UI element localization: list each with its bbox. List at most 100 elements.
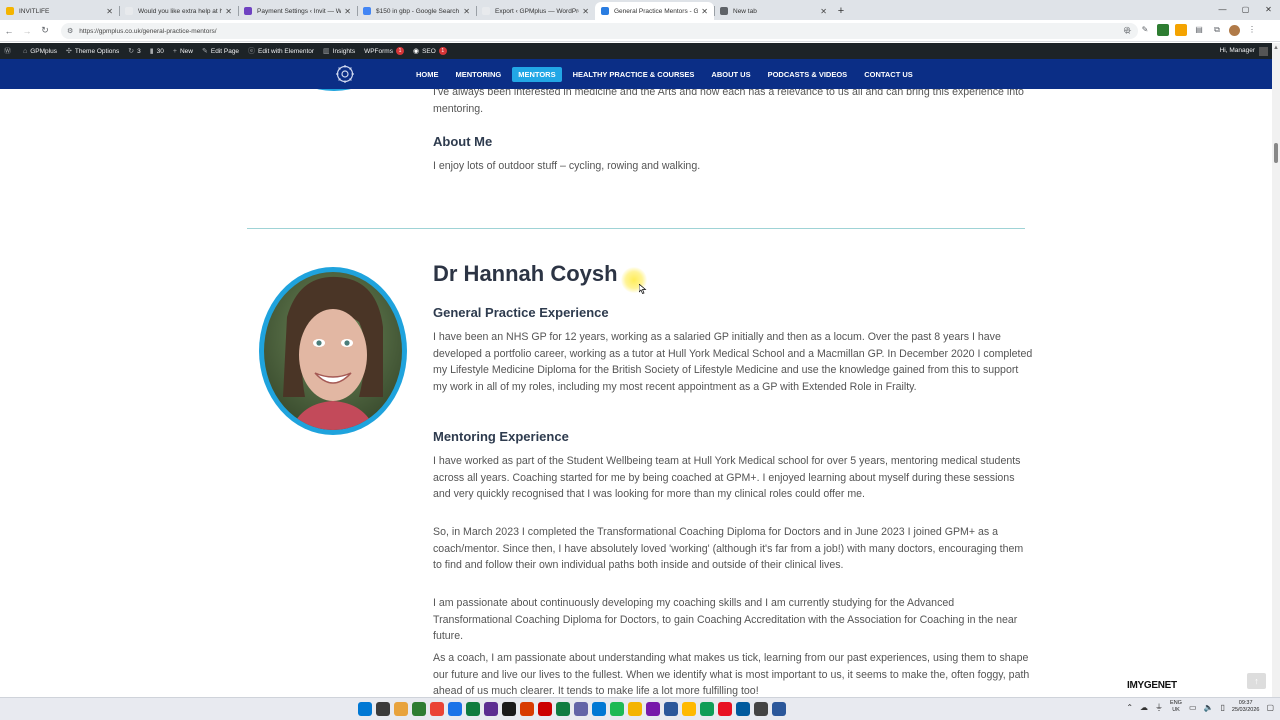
app-icon[interactable] — [646, 702, 660, 716]
wp-insights[interactable]: ▥ Insights — [323, 47, 356, 56]
wp-new[interactable]: + New — [173, 48, 193, 55]
browser-tab[interactable]: $150 in gbp - Google Search ✕ — [357, 2, 476, 20]
tab-favicon-icon — [125, 7, 133, 15]
wpforms-label: WPForms — [364, 47, 393, 55]
browser-tab[interactable]: Payment Settings ‹ Invit — Wo ✕ — [238, 2, 357, 20]
wp-theme-options[interactable]: ✣ Theme Options — [66, 47, 119, 56]
tab-close-icon[interactable]: ✕ — [463, 7, 470, 16]
minimize-button[interactable]: — — [1211, 0, 1234, 20]
file-explorer-icon[interactable] — [394, 702, 408, 716]
app-icon[interactable] — [682, 702, 696, 716]
screenshot-icon[interactable]: ◎ — [1121, 24, 1133, 36]
insights-label: Insights — [332, 47, 356, 55]
user-avatar — [1259, 46, 1268, 56]
pen-icon[interactable]: ✎ — [1139, 24, 1151, 36]
close-window-button[interactable]: ✕ — [1257, 0, 1280, 20]
site-info-icon[interactable]: ⚙ — [67, 27, 73, 35]
terminal-icon[interactable] — [502, 702, 516, 716]
tab-close-icon[interactable]: ✕ — [820, 7, 827, 16]
tab-favicon-icon — [720, 7, 728, 15]
browser-tab[interactable]: Export ‹ GPMplus — WordPress ✕ — [476, 2, 595, 20]
usb-icon[interactable]: ⏚ — [1155, 702, 1163, 713]
menu-kebab-icon[interactable]: ⋮ — [1246, 24, 1258, 36]
browser-tab[interactable]: General Practice Mentors - GP ✕ — [595, 2, 714, 20]
app-icon[interactable] — [700, 702, 714, 716]
nav-item-home[interactable]: HOME — [410, 67, 445, 82]
network-icon[interactable]: ▭ — [1189, 703, 1197, 712]
tab-close-icon[interactable]: ✕ — [225, 7, 232, 16]
notepad-icon[interactable] — [412, 702, 426, 716]
wp-comments[interactable]: ▮ 30 — [150, 47, 164, 56]
app-icon[interactable] — [628, 702, 642, 716]
nav-item-about-us[interactable]: ABOUT US — [705, 67, 756, 82]
cloud-icon[interactable]: ☁ — [1140, 703, 1148, 712]
url-input[interactable]: ⚙ https://gpmplus.co.uk/general-practice… — [61, 23, 1138, 39]
wp-logo-item[interactable]: Ⓦ — [4, 46, 14, 56]
page-content: I've always been interested in medicine … — [0, 89, 1272, 697]
tab-search-icon[interactable]: ▤ — [1193, 24, 1205, 36]
app-icon[interactable] — [772, 702, 786, 716]
nav-item-healthy-practice-courses[interactable]: HEALTHY PRACTICE & COURSES — [567, 67, 701, 82]
reload-icon[interactable]: ↻ — [36, 25, 54, 36]
spotify-icon[interactable] — [610, 702, 624, 716]
nav-item-podcasts-videos[interactable]: PODCASTS & VIDEOS — [762, 67, 854, 82]
edge-icon[interactable] — [466, 702, 480, 716]
nav-item-contact-us[interactable]: CONTACT US — [858, 67, 919, 82]
nav-item-mentoring[interactable]: MENTORING — [450, 67, 508, 82]
site-logo-icon[interactable] — [335, 64, 355, 84]
app-icon[interactable] — [592, 702, 606, 716]
tab-close-icon[interactable]: ✕ — [582, 7, 589, 16]
scrollbar-thumb[interactable] — [1274, 143, 1278, 163]
extension-orange-icon[interactable] — [1175, 24, 1187, 36]
back-icon[interactable]: ← — [0, 26, 18, 36]
volume-icon[interactable]: 🔈 — [1204, 703, 1214, 712]
new-tab-button[interactable]: + — [833, 2, 849, 20]
maximize-button[interactable]: ▢ — [1234, 0, 1257, 20]
language-indicator[interactable]: ENG UK — [1170, 700, 1182, 714]
excel-icon[interactable] — [556, 702, 570, 716]
app-icon[interactable] — [520, 702, 534, 716]
tab-title: New tab — [733, 7, 757, 15]
extension-green-icon[interactable] — [1157, 24, 1169, 36]
seo-icon: ◉ — [412, 48, 420, 55]
windows-start-icon[interactable] — [358, 702, 372, 716]
wp-updates[interactable]: ↻ 3 — [128, 47, 141, 56]
app-icon[interactable] — [736, 702, 750, 716]
wp-edit-page[interactable]: ✎ Edit Page — [202, 47, 239, 56]
explorer-icon[interactable] — [448, 702, 462, 716]
profile-avatar[interactable] — [1229, 24, 1240, 36]
search-icon[interactable] — [376, 702, 390, 716]
chrome-icon[interactable] — [430, 702, 444, 716]
wp-account-menu[interactable]: Hi, Manager — [1220, 43, 1268, 59]
browser-tab[interactable]: New tab ✕ — [714, 2, 833, 20]
notification-icon[interactable]: ▢ — [1266, 703, 1274, 712]
wp-seo[interactable]: ◉ SEO 1 — [413, 47, 447, 55]
app-icon[interactable] — [754, 702, 768, 716]
tray-chevron-icon[interactable]: ⌃ — [1126, 703, 1133, 712]
word-icon[interactable] — [664, 702, 678, 716]
wp-admin-bar: Ⓦ ⌂ GPMplus ✣ Theme Options ↻ 3 ▮ 30 + New ✎ E… — [0, 43, 1280, 59]
page-scrollbar[interactable]: ▲ — [1272, 43, 1280, 697]
store-icon[interactable] — [484, 702, 498, 716]
scroll-up-icon[interactable]: ▲ — [1273, 45, 1279, 51]
nav-item-mentors[interactable]: MENTORS — [512, 67, 562, 82]
wordpress-icon: Ⓦ — [4, 48, 11, 55]
forward-icon[interactable]: → — [18, 26, 36, 36]
clock[interactable]: 09:37 25/03/2026 — [1232, 700, 1260, 714]
tab-close-icon[interactable]: ✕ — [344, 7, 351, 16]
tab-close-icon[interactable]: ✕ — [701, 7, 708, 16]
tab-close-icon[interactable]: ✕ — [106, 7, 113, 16]
app-icon[interactable] — [538, 702, 552, 716]
taskbar-apps — [358, 702, 786, 716]
browser-tab[interactable]: INVITLIFE ✕ — [0, 2, 119, 20]
wp-site-item[interactable]: ⌂ GPMplus — [23, 48, 57, 55]
back-to-top-button[interactable]: ↑ — [1247, 673, 1266, 689]
battery-icon[interactable]: ▯ — [1221, 703, 1225, 712]
wp-wpforms[interactable]: WPForms 1 — [364, 47, 404, 55]
extensions-puzzle-icon[interactable]: ⧉ — [1211, 24, 1223, 36]
wp-edit-elementor[interactable]: ⓔ Edit with Elementor — [248, 46, 314, 56]
browser-tab[interactable]: Would you like extra help at h ✕ — [119, 2, 238, 20]
clock-time: 09:37 — [1238, 700, 1253, 706]
teams-icon[interactable] — [574, 702, 588, 716]
app-icon[interactable] — [718, 702, 732, 716]
